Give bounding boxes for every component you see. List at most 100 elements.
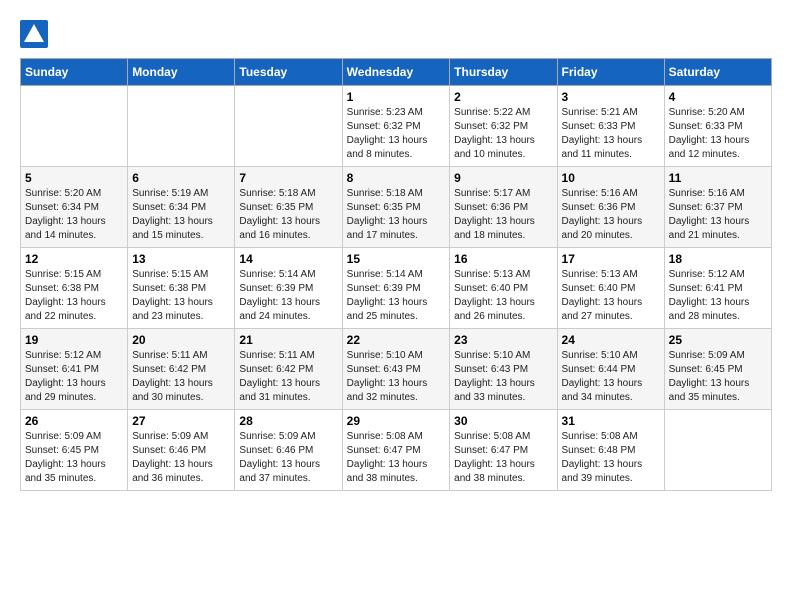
day-number: 21 (239, 333, 337, 347)
day-info: Sunrise: 5:09 AMSunset: 6:45 PMDaylight:… (25, 430, 123, 486)
day-number: 23 (454, 333, 552, 347)
day-number: 24 (562, 333, 660, 347)
day-number: 26 (25, 414, 123, 428)
day-number: 27 (132, 414, 230, 428)
calendar-cell: 29 Sunrise: 5:08 AMSunset: 6:47 PMDayligh… (342, 410, 450, 491)
day-info: Sunrise: 5:19 AMSunset: 6:34 PMDaylight:… (132, 187, 230, 243)
calendar-cell: 23 Sunrise: 5:10 AMSunset: 6:43 PMDayligh… (450, 329, 557, 410)
calendar-cell: 26 Sunrise: 5:09 AMSunset: 6:45 PMDayligh… (21, 410, 128, 491)
calendar-week-row: 1 Sunrise: 5:23 AMSunset: 6:32 PMDaylight… (21, 86, 772, 167)
day-info: Sunrise: 5:15 AMSunset: 6:38 PMDaylight:… (25, 268, 123, 324)
calendar-week-row: 5 Sunrise: 5:20 AMSunset: 6:34 PMDaylight… (21, 167, 772, 248)
calendar-cell: 19Sunrise: 5:12 AMSunset: 6:41 PMDayligh… (21, 329, 128, 410)
day-info: Sunrise: 5:10 AMSunset: 6:44 PMDaylight:… (562, 349, 660, 405)
day-number: 15 (347, 252, 446, 266)
day-number: 25 (669, 333, 767, 347)
calendar-cell: 5 Sunrise: 5:20 AMSunset: 6:34 PMDaylight… (21, 167, 128, 248)
header (20, 20, 772, 48)
calendar-cell: 15 Sunrise: 5:14 AMSunset: 6:39 PMDayligh… (342, 248, 450, 329)
day-number: 13 (132, 252, 230, 266)
weekday-header-monday: Monday (128, 59, 235, 86)
day-number: 3 (562, 90, 660, 104)
calendar-cell: 27 Sunrise: 5:09 AMSunset: 6:46 PMDayligh… (128, 410, 235, 491)
calendar-week-row: 26 Sunrise: 5:09 AMSunset: 6:45 PMDayligh… (21, 410, 772, 491)
weekday-header-friday: Friday (557, 59, 664, 86)
day-number: 22 (347, 333, 446, 347)
calendar-cell: 11Sunrise: 5:16 AMSunset: 6:37 PMDayligh… (664, 167, 771, 248)
day-number: 19 (25, 333, 123, 347)
calendar-week-row: 12 Sunrise: 5:15 AMSunset: 6:38 PMDayligh… (21, 248, 772, 329)
day-info: Sunrise: 5:10 AMSunset: 6:43 PMDaylight:… (347, 349, 446, 405)
calendar-cell: 7 Sunrise: 5:18 AMSunset: 6:35 PMDaylight… (235, 167, 342, 248)
weekday-header-saturday: Saturday (664, 59, 771, 86)
day-number: 12 (25, 252, 123, 266)
calendar-cell: 1 Sunrise: 5:23 AMSunset: 6:32 PMDaylight… (342, 86, 450, 167)
day-number: 28 (239, 414, 337, 428)
day-info: Sunrise: 5:23 AMSunset: 6:32 PMDaylight:… (347, 106, 446, 162)
day-info: Sunrise: 5:08 AMSunset: 6:48 PMDaylight:… (562, 430, 660, 486)
calendar-cell: 17Sunrise: 5:13 AMSunset: 6:40 PMDayligh… (557, 248, 664, 329)
day-number: 7 (239, 171, 337, 185)
day-info: Sunrise: 5:13 AMSunset: 6:40 PMDaylight:… (562, 268, 660, 324)
day-number: 20 (132, 333, 230, 347)
calendar: SundayMondayTuesdayWednesdayThursdayFrid… (20, 58, 772, 491)
day-number: 8 (347, 171, 446, 185)
calendar-cell: 2 Sunrise: 5:22 AMSunset: 6:32 PMDaylight… (450, 86, 557, 167)
calendar-cell: 30 Sunrise: 5:08 AMSunset: 6:47 PMDayligh… (450, 410, 557, 491)
day-number: 2 (454, 90, 552, 104)
calendar-cell (128, 86, 235, 167)
calendar-cell: 20 Sunrise: 5:11 AMSunset: 6:42 PMDayligh… (128, 329, 235, 410)
day-info: Sunrise: 5:17 AMSunset: 6:36 PMDaylight:… (454, 187, 552, 243)
day-info: Sunrise: 5:08 AMSunset: 6:47 PMDaylight:… (347, 430, 446, 486)
weekday-header-thursday: Thursday (450, 59, 557, 86)
day-info: Sunrise: 5:09 AMSunset: 6:46 PMDaylight:… (239, 430, 337, 486)
calendar-cell: 31 Sunrise: 5:08 AMSunset: 6:48 PMDayligh… (557, 410, 664, 491)
day-number: 1 (347, 90, 446, 104)
calendar-cell: 22 Sunrise: 5:10 AMSunset: 6:43 PMDayligh… (342, 329, 450, 410)
day-info: Sunrise: 5:11 AMSunset: 6:42 PMDaylight:… (132, 349, 230, 405)
calendar-cell: 14 Sunrise: 5:14 AMSunset: 6:39 PMDayligh… (235, 248, 342, 329)
calendar-week-row: 19Sunrise: 5:12 AMSunset: 6:41 PMDayligh… (21, 329, 772, 410)
calendar-cell (21, 86, 128, 167)
day-info: Sunrise: 5:10 AMSunset: 6:43 PMDaylight:… (454, 349, 552, 405)
calendar-cell (235, 86, 342, 167)
day-number: 31 (562, 414, 660, 428)
day-info: Sunrise: 5:22 AMSunset: 6:32 PMDaylight:… (454, 106, 552, 162)
calendar-cell: 12 Sunrise: 5:15 AMSunset: 6:38 PMDayligh… (21, 248, 128, 329)
logo-icon (20, 20, 48, 48)
calendar-cell: 18Sunrise: 5:12 AMSunset: 6:41 PMDayligh… (664, 248, 771, 329)
calendar-cell: 10 Sunrise: 5:16 AMSunset: 6:36 PMDayligh… (557, 167, 664, 248)
day-number: 16 (454, 252, 552, 266)
day-info: Sunrise: 5:09 AMSunset: 6:46 PMDaylight:… (132, 430, 230, 486)
calendar-cell: 8Sunrise: 5:18 AMSunset: 6:35 PMDaylight… (342, 167, 450, 248)
day-info: Sunrise: 5:14 AMSunset: 6:39 PMDaylight:… (347, 268, 446, 324)
weekday-header-tuesday: Tuesday (235, 59, 342, 86)
day-info: Sunrise: 5:13 AMSunset: 6:40 PMDaylight:… (454, 268, 552, 324)
calendar-cell: 16 Sunrise: 5:13 AMSunset: 6:40 PMDayligh… (450, 248, 557, 329)
weekday-header-wednesday: Wednesday (342, 59, 450, 86)
day-info: Sunrise: 5:09 AMSunset: 6:45 PMDaylight:… (669, 349, 767, 405)
calendar-cell: 24 Sunrise: 5:10 AMSunset: 6:44 PMDayligh… (557, 329, 664, 410)
day-number: 5 (25, 171, 123, 185)
day-info: Sunrise: 5:20 AMSunset: 6:33 PMDaylight:… (669, 106, 767, 162)
day-number: 30 (454, 414, 552, 428)
day-info: Sunrise: 5:15 AMSunset: 6:38 PMDaylight:… (132, 268, 230, 324)
day-info: Sunrise: 5:18 AMSunset: 6:35 PMDaylight:… (239, 187, 337, 243)
day-info: Sunrise: 5:14 AMSunset: 6:39 PMDaylight:… (239, 268, 337, 324)
day-number: 18 (669, 252, 767, 266)
day-number: 11 (669, 171, 767, 185)
day-number: 29 (347, 414, 446, 428)
calendar-cell: 21Sunrise: 5:11 AMSunset: 6:42 PMDayligh… (235, 329, 342, 410)
day-info: Sunrise: 5:08 AMSunset: 6:47 PMDaylight:… (454, 430, 552, 486)
day-number: 6 (132, 171, 230, 185)
day-info: Sunrise: 5:16 AMSunset: 6:36 PMDaylight:… (562, 187, 660, 243)
day-info: Sunrise: 5:20 AMSunset: 6:34 PMDaylight:… (25, 187, 123, 243)
day-number: 14 (239, 252, 337, 266)
logo (20, 20, 52, 48)
weekday-header-row: SundayMondayTuesdayWednesdayThursdayFrid… (21, 59, 772, 86)
day-number: 10 (562, 171, 660, 185)
day-number: 4 (669, 90, 767, 104)
calendar-cell: 4 Sunrise: 5:20 AMSunset: 6:33 PMDaylight… (664, 86, 771, 167)
calendar-cell: 28 Sunrise: 5:09 AMSunset: 6:46 PMDayligh… (235, 410, 342, 491)
calendar-cell: 9Sunrise: 5:17 AMSunset: 6:36 PMDaylight… (450, 167, 557, 248)
